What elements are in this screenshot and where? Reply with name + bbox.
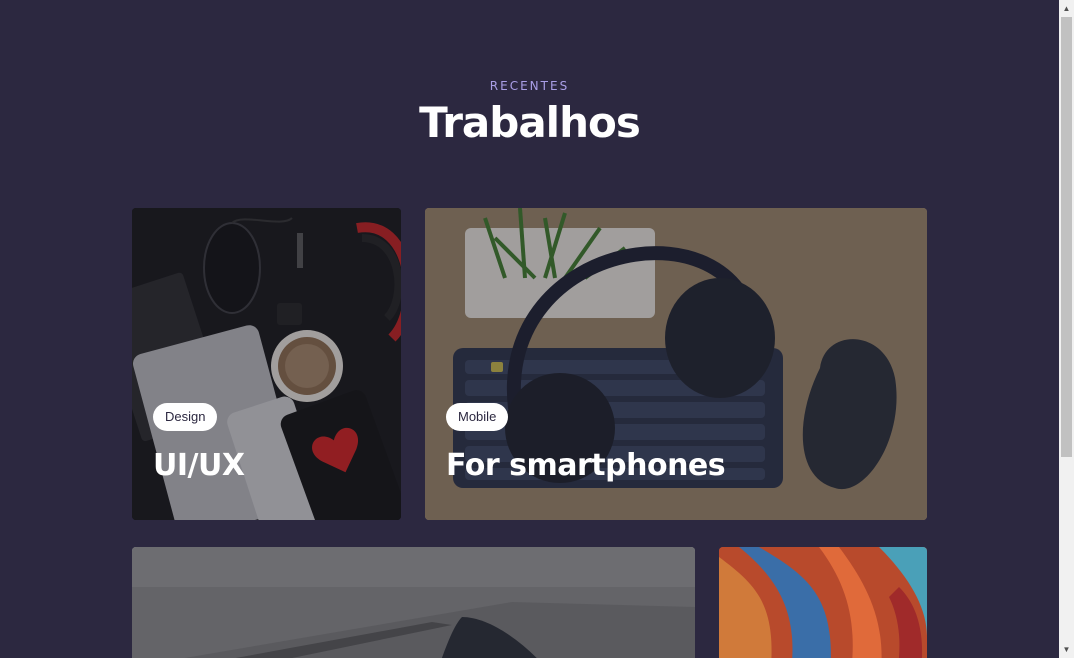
work-card-uiux[interactable]: Design UI/UX xyxy=(132,208,401,520)
section-title: Trabalhos xyxy=(419,98,641,147)
page: RECENTES Trabalhos Design UI/UX Mobile F… xyxy=(0,0,1059,658)
work-card-laptop[interactable] xyxy=(132,547,695,658)
card-title: UI/UX xyxy=(153,448,245,483)
work-card-wallpaper[interactable] xyxy=(719,547,927,658)
chevron-down-icon[interactable]: ▼ xyxy=(1059,641,1074,658)
category-tag-design: Design xyxy=(153,403,218,431)
scrollbar-thumb[interactable] xyxy=(1061,17,1072,457)
chevron-up-icon[interactable]: ▲ xyxy=(1059,0,1074,17)
image-overlay xyxy=(132,547,695,658)
work-card-smartphones[interactable]: Mobile For smartphones xyxy=(425,208,927,520)
card-title: For smartphones xyxy=(446,448,726,483)
category-tag-mobile: Mobile xyxy=(446,403,509,431)
page-scrollbar[interactable]: ▲ ▼ xyxy=(1059,0,1074,658)
section-kicker: RECENTES xyxy=(489,79,570,93)
wallpaper-photo xyxy=(719,547,927,658)
